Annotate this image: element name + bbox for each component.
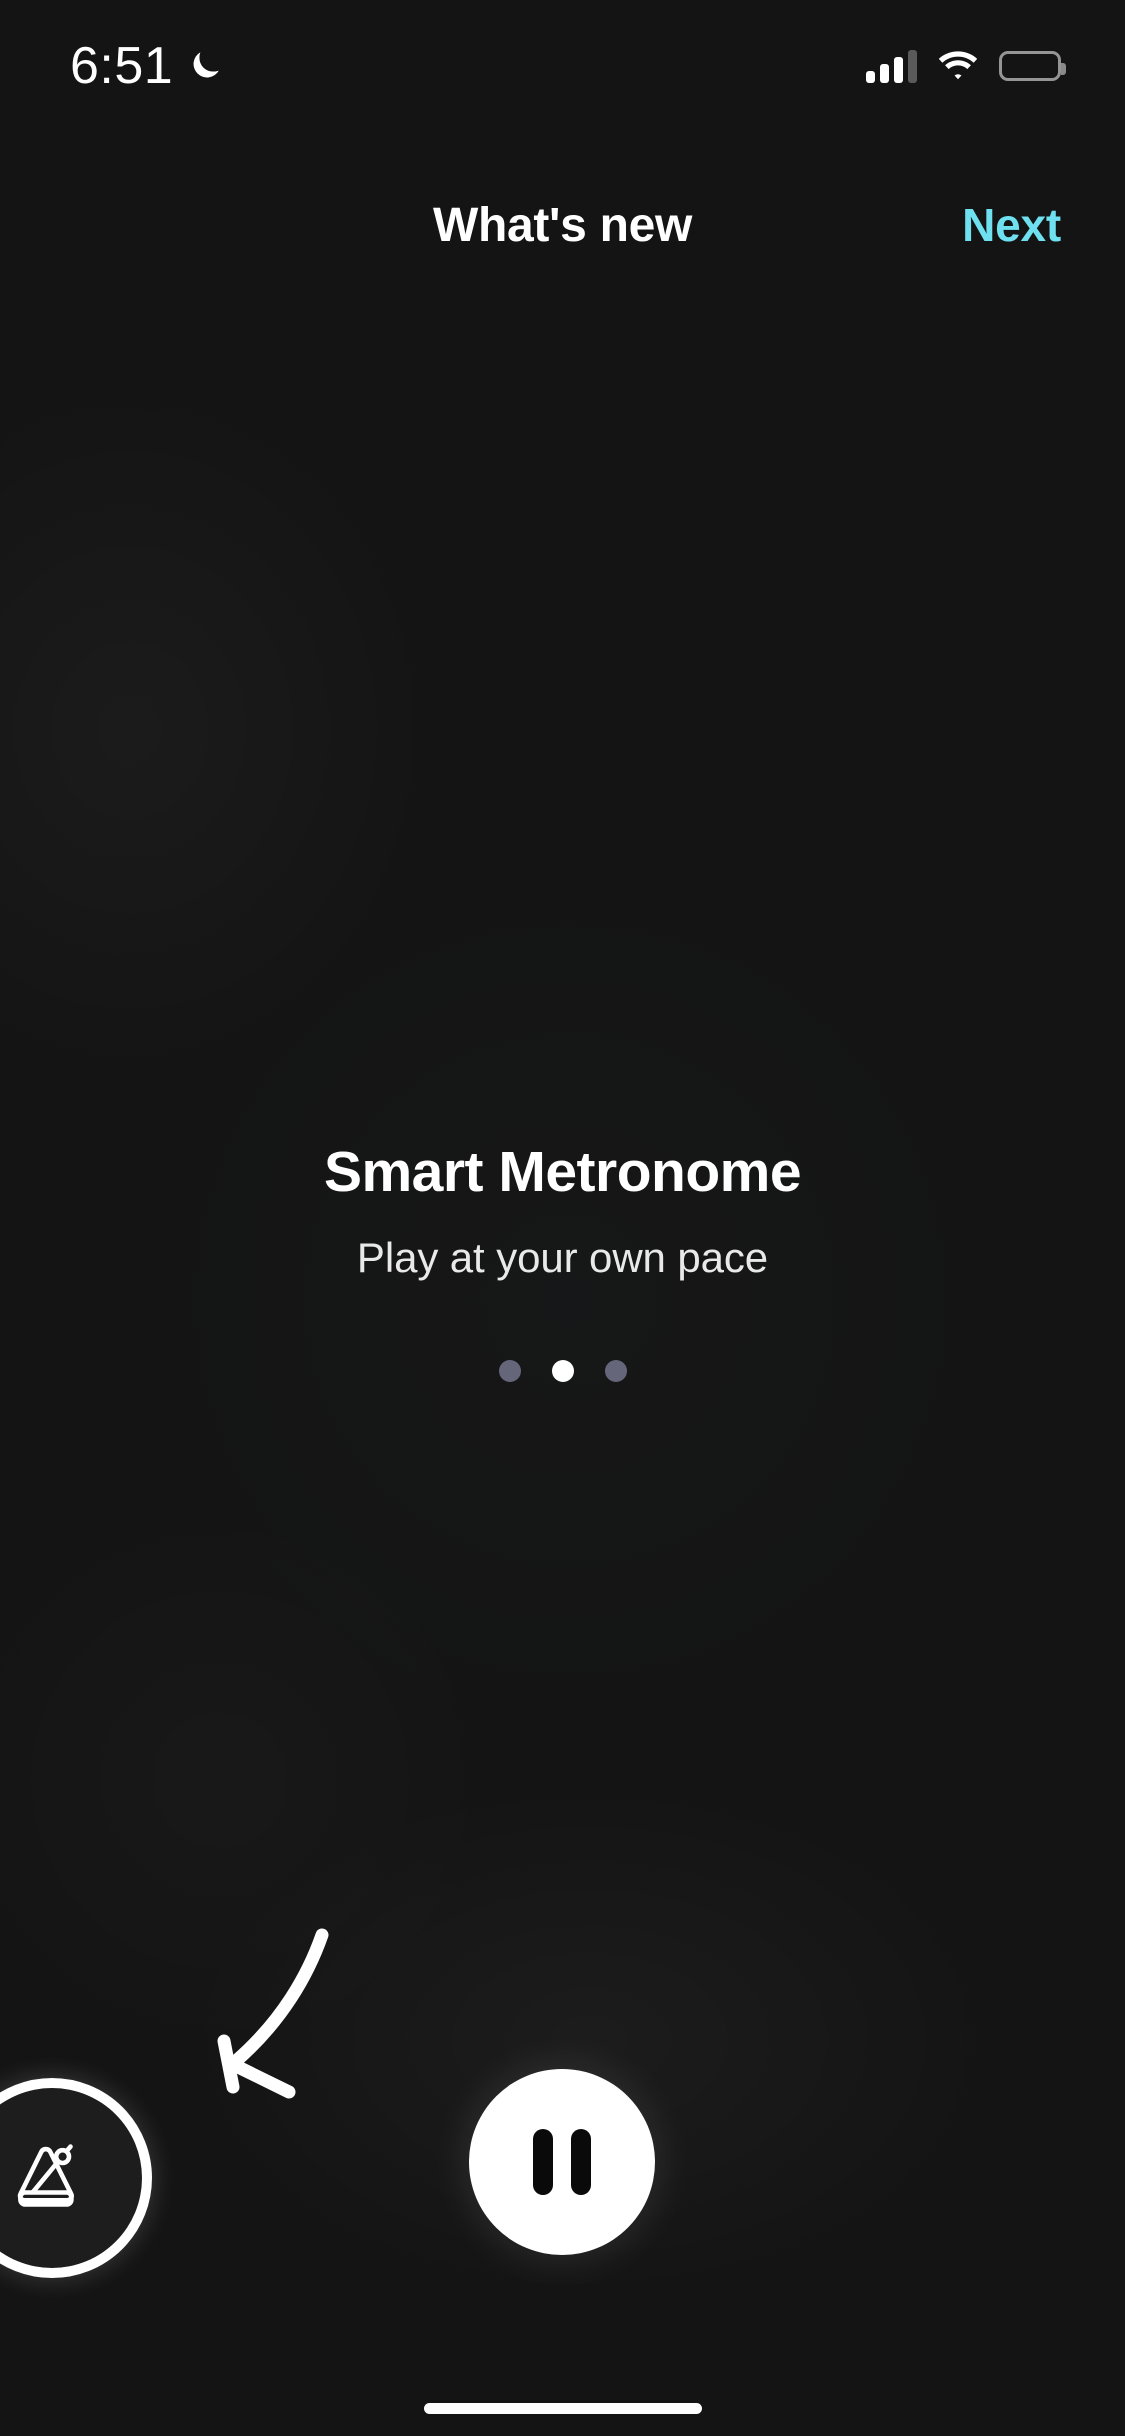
status-bar: 6:51 bbox=[0, 0, 1125, 132]
app-screen: 6:51 What's new Next Smart Metronome Pla… bbox=[0, 0, 1125, 2436]
crescent-moon-icon bbox=[187, 48, 223, 84]
battery-full-icon bbox=[999, 51, 1066, 81]
background-glow bbox=[0, 380, 440, 1080]
wifi-icon bbox=[937, 50, 979, 82]
pause-icon bbox=[571, 2129, 591, 2195]
page-dot-3[interactable] bbox=[604, 1359, 627, 1382]
home-indicator[interactable] bbox=[423, 2403, 702, 2414]
page-dot-2-active[interactable] bbox=[551, 1359, 574, 1382]
status-bar-left: 6:51 bbox=[70, 40, 223, 92]
pause-icon bbox=[533, 2129, 553, 2195]
page-dot-1[interactable] bbox=[498, 1359, 521, 1382]
slide-title: Smart Metronome bbox=[323, 1140, 802, 1204]
slide-subtitle: Play at your own pace bbox=[356, 1233, 769, 1281]
curved-arrow-down-left-icon bbox=[110, 1900, 370, 2140]
background-glow bbox=[0, 1500, 500, 2060]
status-bar-clock: 6:51 bbox=[70, 37, 174, 95]
pause-button[interactable] bbox=[469, 2069, 655, 2255]
onboarding-slide: Smart Metronome Play at your own pace bbox=[0, 1140, 1125, 1382]
navigation-bar: What's new Next bbox=[0, 175, 1125, 275]
status-bar-right bbox=[866, 49, 1066, 83]
cellular-signal-icon bbox=[866, 49, 917, 83]
page-indicator[interactable] bbox=[498, 1359, 627, 1382]
metronome-icon bbox=[11, 2137, 93, 2219]
page-title: What's new bbox=[432, 198, 693, 252]
next-button[interactable]: Next bbox=[962, 198, 1061, 252]
